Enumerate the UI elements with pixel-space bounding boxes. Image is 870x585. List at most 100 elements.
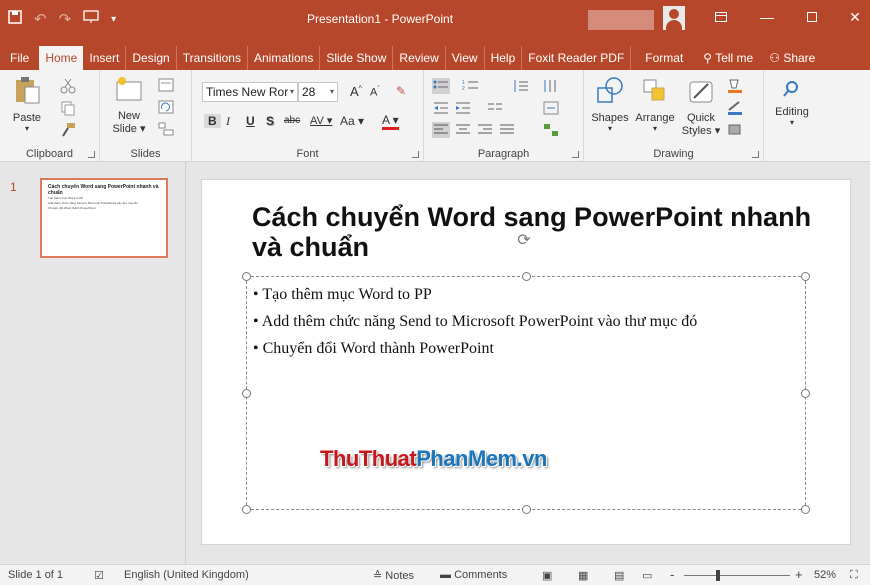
copy-icon[interactable] [60, 100, 78, 116]
avatar[interactable] [663, 6, 685, 30]
justify-icon[interactable] [498, 122, 516, 138]
lightbulb-icon: ⚲ [703, 51, 716, 65]
tab-insert[interactable]: Insert [83, 46, 127, 70]
zoom-in-button[interactable]: + [795, 567, 803, 582]
drawing-launcher-icon[interactable] [752, 151, 759, 158]
text-direction-icon[interactable] [542, 78, 560, 94]
editing-button[interactable]: Editing ▾ [770, 78, 814, 127]
format-painter-icon[interactable] [60, 122, 78, 138]
tab-slide-show[interactable]: Slide Show [320, 46, 394, 70]
smartart-icon[interactable] [542, 122, 560, 138]
decrease-indent-icon[interactable] [432, 100, 450, 116]
tab-review[interactable]: Review [393, 46, 446, 70]
comments-button[interactable]: ▬ Comments [440, 569, 507, 581]
tab-foxit-reader-pdf[interactable]: Foxit Reader PDF [522, 46, 632, 70]
bullets-icon[interactable] [432, 78, 450, 94]
slide-canvas[interactable]: Cách chuyển Word sang PowerPoint nhanh v… [202, 180, 850, 544]
fit-to-window-icon[interactable]: ⛶ [850, 569, 858, 582]
ribbon-display-icon[interactable] [706, 6, 736, 28]
align-right-icon[interactable] [476, 122, 494, 138]
tab-file[interactable]: File [0, 46, 39, 70]
resize-handle[interactable] [242, 272, 251, 281]
change-case-button[interactable]: Aa ▾ [340, 114, 364, 128]
align-center-icon[interactable] [454, 122, 472, 138]
strikethrough-button[interactable]: abc [284, 115, 300, 126]
new-slide-button[interactable]: New Slide ▾ [112, 76, 146, 135]
resize-handle[interactable] [801, 272, 810, 281]
underline-button[interactable]: U [246, 114, 255, 128]
tab-help[interactable]: Help [485, 46, 523, 70]
numbering-icon[interactable]: 12 [462, 78, 480, 94]
character-spacing-button[interactable]: AV ▾ [310, 114, 332, 127]
grow-font-button[interactable]: A^ [350, 84, 362, 99]
zoom-out-button[interactable]: - [670, 567, 674, 582]
slide-sorter-icon[interactable]: ▦ [578, 569, 588, 582]
share-button[interactable]: ⚇ Share [759, 46, 825, 70]
redo-icon[interactable]: ↷ [59, 10, 72, 30]
slide-count: Slide 1 of 1 [8, 569, 64, 581]
paragraph-launcher-icon[interactable] [572, 151, 579, 158]
quick-styles-button[interactable]: Quick Styles ▾ [680, 76, 722, 137]
normal-view-icon[interactable]: ▣ [542, 569, 552, 582]
bold-button[interactable]: B [204, 114, 221, 128]
zoom-slider-thumb[interactable] [716, 570, 720, 581]
tell-me-search[interactable]: ⚲ Tell me [697, 46, 759, 70]
tab-home[interactable]: Home [39, 46, 84, 70]
restore-icon[interactable] [797, 6, 827, 28]
italic-button[interactable]: I [226, 114, 230, 129]
language-indicator[interactable]: English (United Kingdom) [124, 569, 249, 581]
clipboard-launcher-icon[interactable] [88, 151, 95, 158]
columns-icon[interactable] [486, 100, 504, 116]
font-color-button[interactable]: A ▾ [382, 113, 399, 130]
paste-button[interactable]: Paste ▾ [10, 76, 44, 133]
font-size-select[interactable]: 28 ▾ [298, 82, 338, 102]
customize-qat-icon[interactable]: ▾ [111, 10, 116, 30]
zoom-level[interactable]: 52% [814, 569, 836, 581]
shadow-button[interactable]: S [266, 114, 274, 128]
layout-icon[interactable] [158, 78, 176, 94]
resize-handle[interactable] [242, 389, 251, 398]
increase-indent-icon[interactable] [454, 100, 472, 116]
shape-outline-icon[interactable] [726, 100, 744, 116]
resize-handle[interactable] [801, 505, 810, 514]
align-text-icon[interactable] [542, 100, 560, 116]
resize-handle[interactable] [242, 505, 251, 514]
clear-formatting-icon[interactable]: ✎ [396, 84, 406, 98]
reset-icon[interactable] [158, 100, 176, 116]
reading-view-icon[interactable]: ▤ [614, 569, 624, 582]
status-bar: Slide 1 of 1 ☑ English (United Kingdom) … [0, 564, 870, 585]
close-icon[interactable]: ✕ [840, 6, 870, 28]
align-left-icon[interactable] [432, 122, 450, 138]
font-name-select[interactable]: Times New Ror ▾ [202, 82, 298, 102]
content-placeholder[interactable]: Tạo thêm mục Word to PP Add thêm chức nă… [242, 272, 810, 514]
slideshow-view-icon[interactable]: ▭ [642, 569, 652, 582]
resize-handle[interactable] [522, 272, 531, 281]
shrink-font-button[interactable]: Aˇ [370, 86, 380, 99]
resize-handle[interactable] [522, 505, 531, 514]
slideshow-icon[interactable] [83, 10, 99, 30]
tab-animations[interactable]: Animations [248, 46, 321, 70]
account-name[interactable] [588, 10, 654, 30]
line-spacing-icon[interactable] [512, 78, 530, 94]
notes-button[interactable]: ≙ Notes [373, 569, 414, 582]
tab-format[interactable]: Format [631, 46, 697, 70]
rotate-handle-icon[interactable]: ⟳ [515, 232, 533, 250]
tab-view[interactable]: View [446, 46, 485, 70]
resize-handle[interactable] [801, 389, 810, 398]
shapes-button[interactable]: Shapes ▾ [590, 76, 630, 133]
comment-icon: ▬ [440, 569, 451, 581]
font-launcher-icon[interactable] [412, 151, 419, 158]
cut-icon[interactable] [60, 78, 78, 94]
zoom-slider[interactable] [684, 575, 790, 576]
minimize-icon[interactable]: — [752, 6, 782, 28]
slide-thumbnail[interactable]: Cách chuyển Word sang PowerPoint nhanh v… [40, 178, 168, 258]
section-icon[interactable] [158, 122, 176, 138]
save-icon[interactable] [8, 10, 22, 30]
undo-icon[interactable]: ↶ [34, 10, 47, 30]
shape-effects-icon[interactable] [726, 122, 744, 138]
arrange-button[interactable]: Arrange ▾ [632, 76, 678, 133]
tab-design[interactable]: Design [126, 46, 177, 70]
tab-transitions[interactable]: Transitions [177, 46, 248, 70]
shape-fill-icon[interactable] [726, 78, 744, 94]
spell-check-icon[interactable]: ☑ [94, 569, 104, 582]
